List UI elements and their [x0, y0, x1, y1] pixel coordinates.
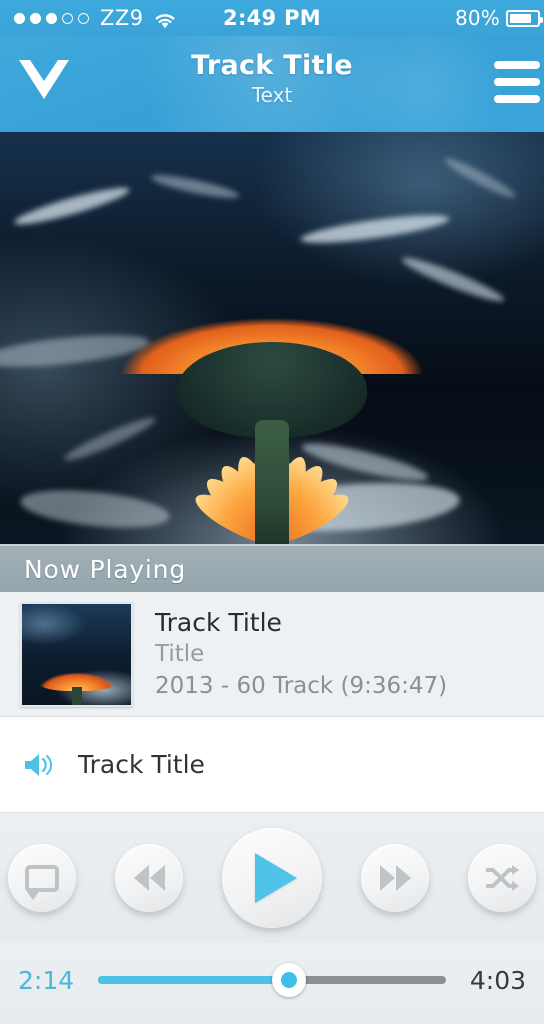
now-playing-section-header: Now Playing: [0, 544, 544, 592]
current-track-row[interactable]: Track Title: [0, 717, 544, 813]
status-bar: ZZ9 2:49 PM 80%: [0, 0, 544, 36]
progress-slider[interactable]: [98, 963, 446, 997]
total-time-label: 4:03: [469, 965, 526, 995]
status-bar-right: 80%: [454, 6, 543, 30]
track-metadata: Track Title Title 2013 - 60 Track (9:36:…: [133, 606, 447, 703]
now-playing-label: Now Playing: [24, 554, 186, 584]
transport-controls: [0, 813, 544, 943]
page-subtitle: Text: [251, 83, 293, 108]
header-titles: Track Title Text: [0, 50, 544, 107]
rewind-button[interactable]: [115, 844, 183, 912]
speaker-volume-icon: [22, 750, 56, 780]
fast-forward-icon: [379, 865, 411, 891]
battery-icon: [506, 9, 543, 27]
page-title: Track Title: [191, 50, 353, 81]
current-track-label: Track Title: [78, 750, 205, 779]
artwork-flower: [62, 224, 482, 544]
battery-percent-label: 80%: [454, 6, 500, 30]
track-info: 2013 - 60 Track (9:36:47): [155, 673, 448, 700]
repeat-icon: [25, 864, 59, 900]
track-thumbnail: [20, 601, 133, 707]
progress-fill: [98, 976, 290, 984]
progress-knob[interactable]: [272, 963, 307, 997]
track-subtitle: Title: [155, 641, 205, 668]
hamburger-menu-icon[interactable]: [492, 58, 544, 106]
rewind-icon: [133, 865, 165, 891]
now-playing-track-row[interactable]: Track Title Title 2013 - 60 Track (9:36:…: [0, 592, 544, 717]
music-player-screen: ZZ9 2:49 PM 80% Track Title Text Now Pla…: [0, 0, 544, 1024]
app-header: Track Title Text: [0, 36, 544, 132]
progress-section: 2:14 4:03: [0, 943, 544, 1017]
play-icon: [255, 853, 297, 903]
shuffle-icon: [484, 863, 520, 893]
current-time-label: 2:14: [18, 965, 75, 995]
album-artwork[interactable]: [0, 132, 544, 544]
play-button[interactable]: [222, 828, 322, 928]
repeat-button[interactable]: [8, 844, 76, 912]
track-title: Track Title: [155, 607, 282, 637]
shuffle-button[interactable]: [468, 844, 536, 912]
fast-forward-button[interactable]: [361, 844, 429, 912]
